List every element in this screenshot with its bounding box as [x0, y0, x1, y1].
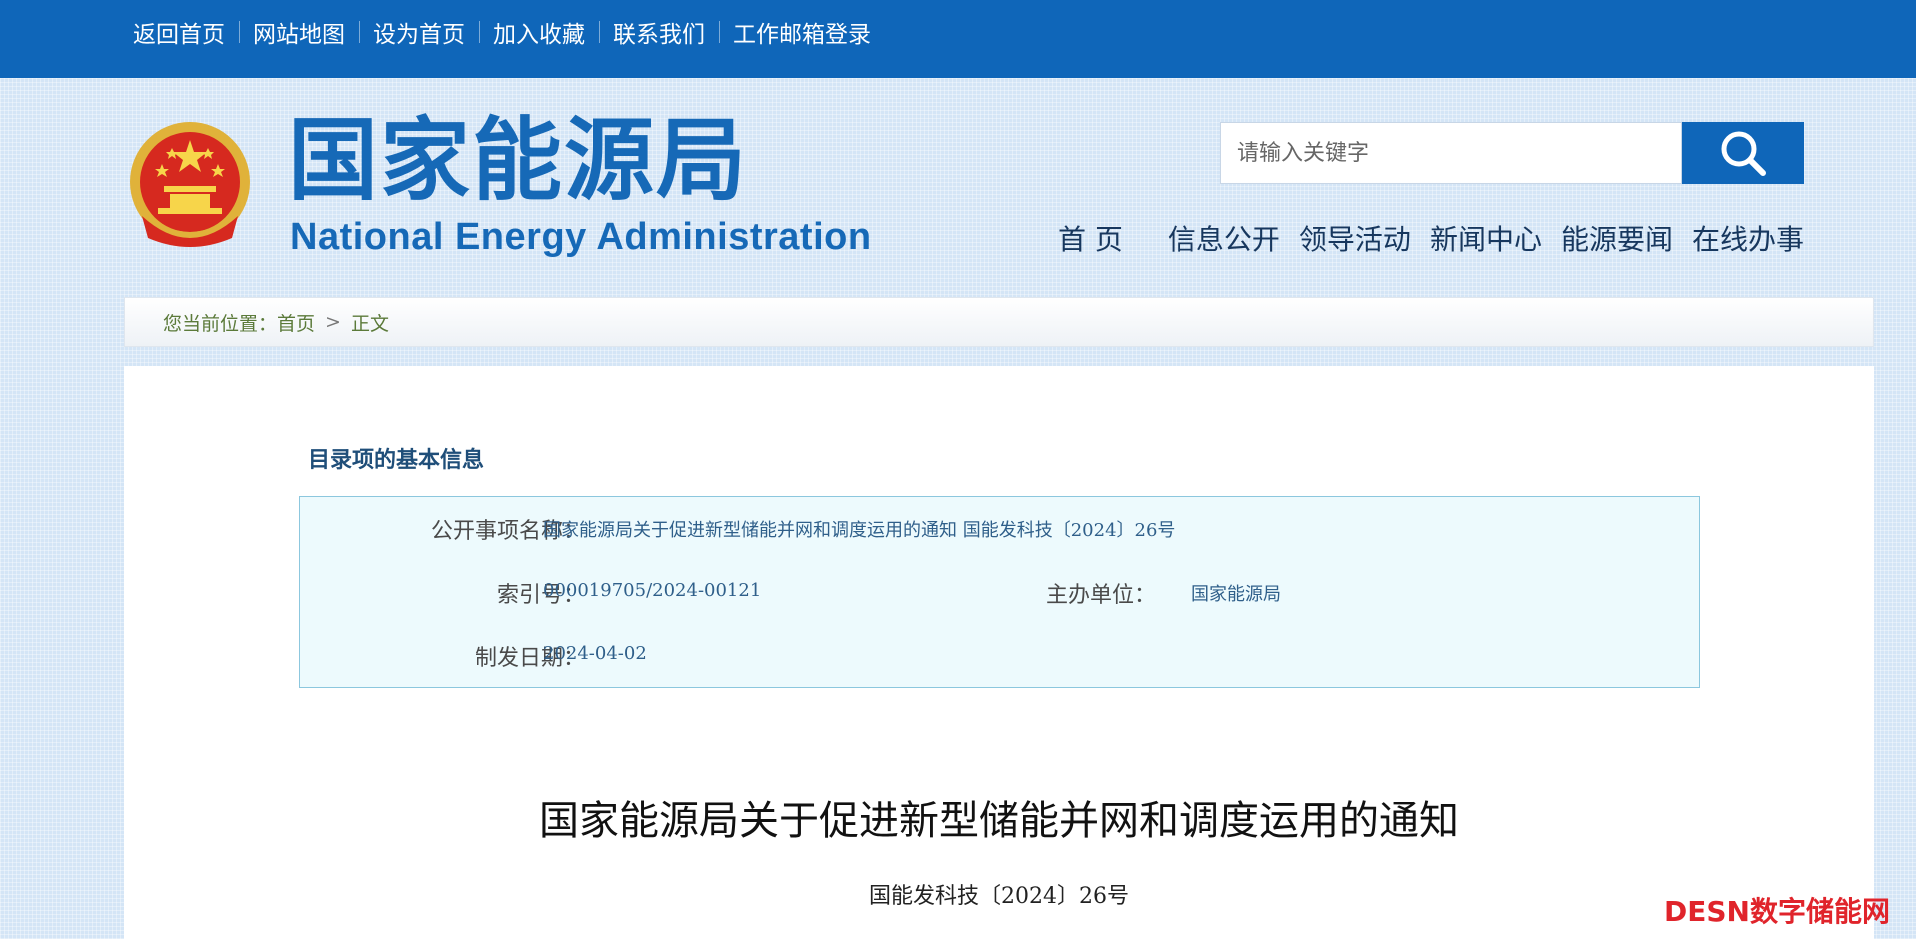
national-emblem-icon [128, 120, 252, 252]
breadcrumb-prefix: 您当前位置： [163, 312, 278, 335]
info-box: 公开事项名称： 国家能源局关于促进新型储能并网和调度运用的通知 国能发科技〔20… [299, 496, 1700, 688]
top-link-email-login[interactable]: 工作邮箱登录 [719, 15, 885, 49]
nav-info-disclosure[interactable]: 信息公开 [1168, 218, 1280, 258]
document-number: 国能发科技〔2024〕26号 [869, 884, 1129, 909]
nav-home[interactable]: 首 页 [1058, 218, 1123, 258]
top-link-set-homepage[interactable]: 设为首页 [359, 15, 479, 49]
breadcrumb-home[interactable]: 首页 [277, 309, 315, 336]
top-link-home[interactable]: 返回首页 [118, 15, 239, 49]
main-nav: 首 页 信息公开 领导活动 新闻中心 能源要闻 在线办事 [1058, 218, 1804, 258]
index-value: 000019705/2024-00121 [543, 580, 762, 601]
top-links: 返回首页 网站地图 设为首页 加入收藏 联系我们 工作邮箱登录 [118, 0, 885, 64]
document-title: 国家能源局关于促进新型储能并网和调度运用的通知 [539, 798, 1459, 844]
top-link-contact[interactable]: 联系我们 [599, 15, 719, 49]
search-input[interactable] [1220, 122, 1682, 184]
org-label: 主办单位： [1046, 583, 1157, 608]
logo-chinese: 国家能源局 [288, 108, 748, 213]
nav-leadership[interactable]: 领导活动 [1299, 218, 1411, 258]
breadcrumb-current: 正文 [350, 312, 389, 335]
top-link-sitemap[interactable]: 网站地图 [239, 15, 359, 49]
top-bar: 返回首页 网站地图 设为首页 加入收藏 联系我们 工作邮箱登录 [0, 0, 1916, 78]
breadcrumb-separator: > [325, 311, 341, 333]
search-icon [1721, 131, 1766, 176]
name-value: 国家能源局关于促进新型储能并网和调度运用的通知 国能发科技〔2024〕26号 [543, 520, 1176, 541]
nav-energy-news[interactable]: 能源要闻 [1561, 218, 1673, 258]
breadcrumb: 您当前位置： 首页 > 正文 [124, 297, 1874, 347]
date-value: 2024-04-02 [543, 643, 647, 664]
nav-online-services[interactable]: 在线办事 [1692, 218, 1804, 258]
search-bar [1220, 122, 1804, 184]
org-value: 国家能源局 [1191, 584, 1281, 605]
info-section-title: 目录项的基本信息 [308, 447, 485, 473]
top-link-bookmark[interactable]: 加入收藏 [479, 15, 599, 49]
watermark-logo: DESN数字储能网 [1664, 895, 1890, 928]
search-button[interactable] [1682, 122, 1804, 184]
nav-news-center[interactable]: 新闻中心 [1430, 218, 1542, 258]
logo-english: National Energy Administration [290, 216, 872, 258]
content-panel: 目录项的基本信息 公开事项名称： 国家能源局关于促进新型储能并网和调度运用的通知… [124, 366, 1874, 939]
